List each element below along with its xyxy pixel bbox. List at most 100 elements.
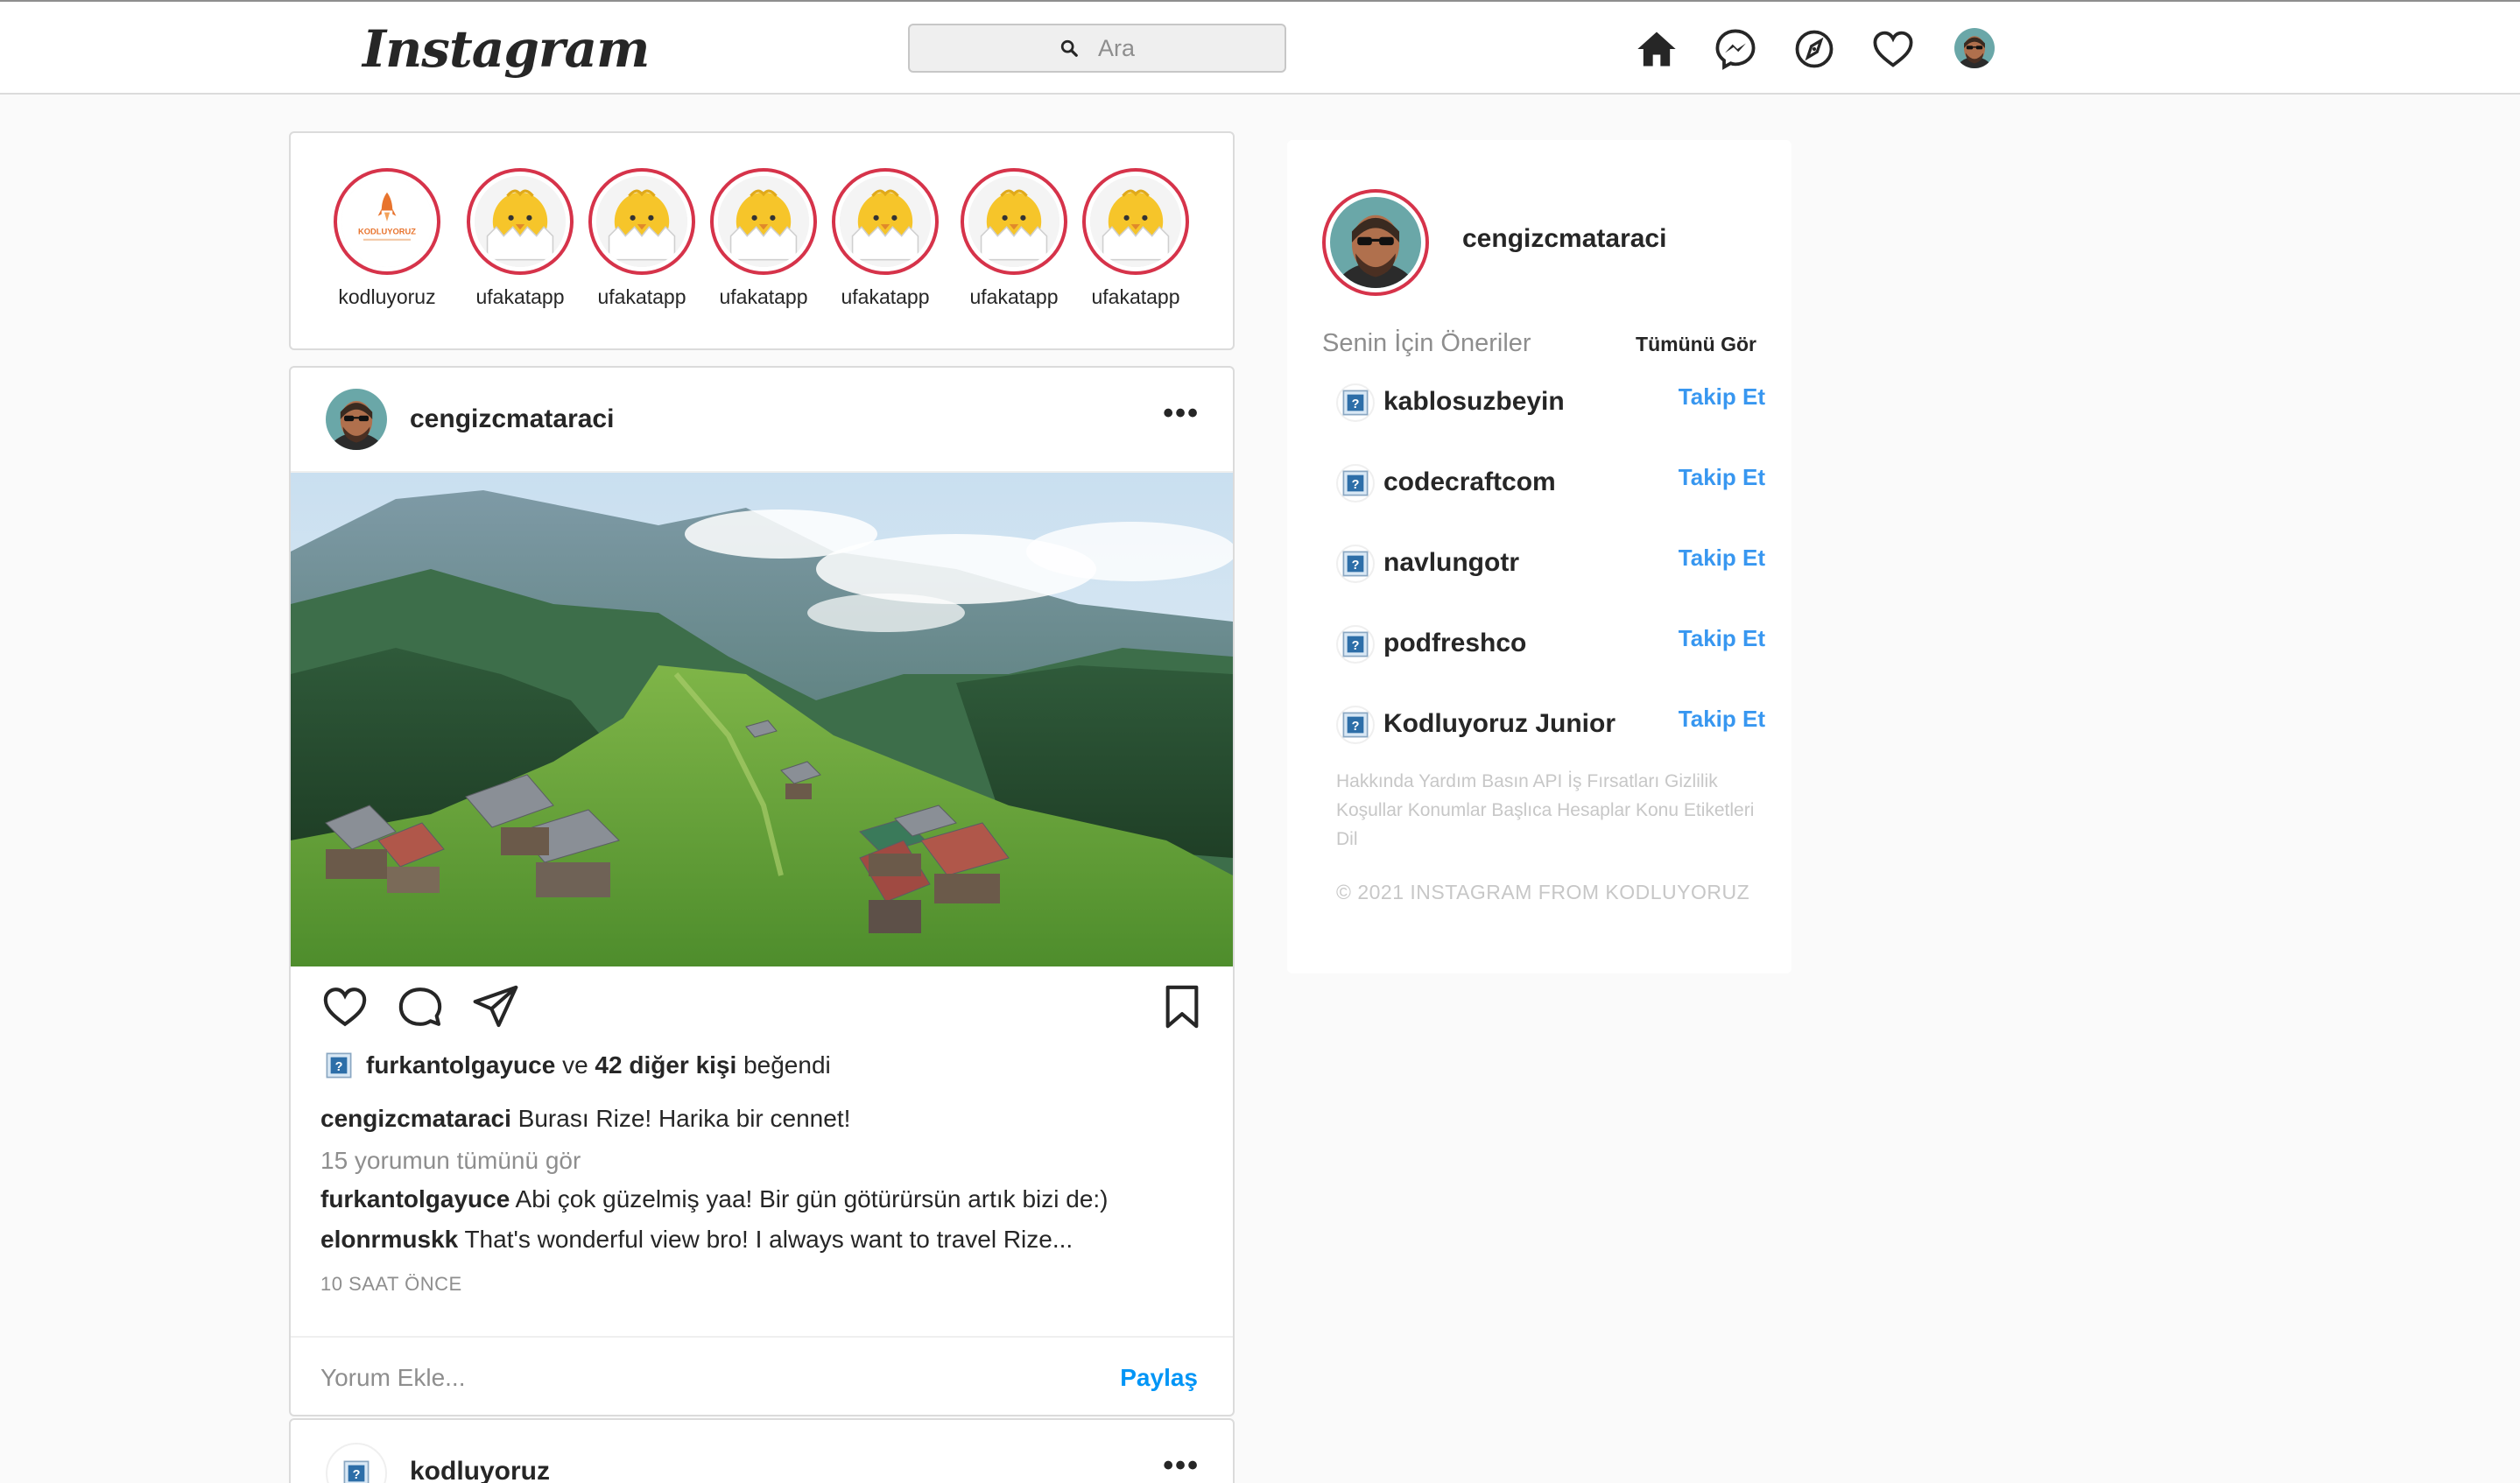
suggestion-avatar[interactable] [1336, 625, 1375, 664]
current-user-avatar[interactable] [1322, 189, 1429, 296]
post-author-avatar[interactable] [326, 1443, 387, 1483]
kodluyoruz-logo: KODLUYORUZ [341, 176, 433, 267]
post-photo-landscape[interactable] [291, 473, 1233, 966]
suggestion-username[interactable]: codecraftcom [1383, 467, 1556, 497]
suggestion-username[interactable]: podfreshco [1383, 629, 1526, 658]
chick-avatar [596, 176, 687, 267]
suggestion-avatar[interactable] [1336, 706, 1375, 744]
comment-icon[interactable] [396, 982, 445, 1031]
chick-avatar [840, 176, 931, 267]
comment: elonrmuskk That's wonderful view bro! I … [320, 1226, 1073, 1254]
avatar-placeholder-icon [341, 1458, 371, 1483]
suggestion-item: codecraftcom Takip Et [1336, 455, 1765, 508]
story-username: ufakatapp [969, 285, 1059, 308]
suggestions-title: Senin İçin Öneriler [1322, 329, 1531, 357]
post-author-username[interactable]: kodluyoruz [410, 1457, 550, 1483]
explore-compass-icon[interactable] [1791, 26, 1837, 72]
likes-others[interactable]: 42 diğer kişi [595, 1051, 736, 1079]
chick-avatar [968, 176, 1059, 267]
story-username: ufakatapp [1091, 285, 1180, 308]
avatar-placeholder-icon [1341, 549, 1370, 579]
heart-icon[interactable] [1870, 26, 1916, 72]
search-placeholder: Ara [1097, 34, 1136, 61]
story-username: ufakatapp [841, 285, 930, 308]
likes-connector: ve [562, 1051, 588, 1079]
comment-input[interactable]: Yorum Ekle... [320, 1364, 465, 1392]
story-ring [588, 168, 695, 275]
story-item[interactable]: ufakatapp [1074, 168, 1197, 309]
avatar-placeholder-icon [1341, 629, 1370, 659]
post-actions [320, 982, 1205, 1035]
search-icon [1060, 39, 1078, 57]
caption-username[interactable]: cengizcmataraci [320, 1105, 511, 1132]
suggestion-item: kablosuzbeyin Takip Et [1336, 375, 1765, 427]
story-item[interactable]: KODLUYORUZ kodluyoruz [326, 168, 448, 309]
like-heart-icon[interactable] [320, 982, 370, 1031]
copyright-text: © 2021 INSTAGRAM FROM KODLUYORUZ [1336, 881, 1750, 903]
suggestion-avatar[interactable] [1336, 464, 1375, 503]
story-ring: KODLUYORUZ [334, 168, 440, 275]
bookmark-icon[interactable] [1158, 982, 1207, 1031]
story-ring [467, 168, 574, 275]
story-username: ufakatapp [475, 285, 565, 308]
stories-bar: KODLUYORUZ kodluyoruz ufakatapp ufakatap… [289, 131, 1235, 350]
story-item[interactable]: ufakatapp [824, 168, 947, 309]
chick-avatar [718, 176, 809, 267]
feed-post: cengizcmataraci ••• furkantolgayuce ve 4… [289, 366, 1235, 1416]
home-icon[interactable] [1634, 26, 1679, 72]
view-all-comments-link[interactable]: 15 yorumun tümünü gör [320, 1147, 581, 1175]
footer-links[interactable]: Hakkında Yardım Basın API İş Fırsatları … [1336, 767, 1756, 854]
suggestion-avatar[interactable] [1336, 383, 1375, 422]
story-ring [961, 168, 1067, 275]
messenger-icon[interactable] [1713, 26, 1758, 72]
suggestion-avatar[interactable] [1336, 545, 1375, 583]
post-caption: cengizcmataraci Burası Rize! Harika bir … [320, 1105, 850, 1133]
instagram-logo[interactable]: Instagram [363, 14, 650, 84]
follow-button[interactable]: Takip Et [1679, 383, 1765, 411]
see-all-link[interactable]: Tümünü Gör [1636, 333, 1756, 356]
follow-button[interactable]: Takip Et [1679, 545, 1765, 572]
profile-avatar[interactable] [1954, 28, 1995, 68]
story-item[interactable]: ufakatapp [702, 168, 825, 309]
avatar-placeholder-icon [1341, 388, 1370, 418]
liker-username[interactable]: furkantolgayuce [366, 1051, 555, 1079]
chick-avatar [1090, 176, 1181, 267]
more-options-icon[interactable]: ••• [1163, 398, 1200, 428]
story-username: ufakatapp [597, 285, 686, 308]
search-input[interactable]: Ara [908, 24, 1286, 73]
suggestion-username[interactable]: Kodluyoruz Junior [1383, 709, 1615, 739]
story-ring [832, 168, 939, 275]
suggestion-username[interactable]: kablosuzbeyin [1383, 387, 1565, 417]
caption-text: Burası Rize! Harika bir cennet! [517, 1105, 851, 1132]
share-comment-button[interactable]: Paylaş [1120, 1364, 1198, 1392]
feed-post: kodluyoruz ••• [289, 1418, 1235, 1483]
avatar-placeholder-icon [1341, 710, 1370, 740]
post-author-username[interactable]: cengizcmataraci [410, 404, 614, 434]
follow-button[interactable]: Takip Et [1679, 706, 1765, 733]
avatar-placeholder-icon [1341, 468, 1370, 498]
comment-text: Abi çok güzelmiş yaa! Bir gün götürürsün… [515, 1185, 1109, 1212]
comment: furkantolgayuce Abi çok güzelmiş yaa! Bi… [320, 1185, 1109, 1213]
story-item[interactable]: ufakatapp [581, 168, 703, 309]
share-paper-plane-icon[interactable] [471, 982, 520, 1031]
suggestion-username[interactable]: navlungotr [1383, 548, 1519, 578]
story-item[interactable]: ufakatapp [459, 168, 581, 309]
likes-suffix: beğendi [743, 1051, 831, 1079]
story-username: kodluyoruz [338, 285, 436, 308]
likes-summary: furkantolgayuce ve 42 diğer kişi beğendi [324, 1051, 831, 1080]
story-ring [1082, 168, 1189, 275]
story-ring [710, 168, 817, 275]
current-user-username[interactable]: cengizcmataraci [1462, 224, 1666, 254]
post-author-avatar[interactable] [326, 389, 387, 450]
more-options-icon[interactable]: ••• [1163, 1451, 1200, 1480]
post-timestamp: 10 SAAT ÖNCE [320, 1273, 462, 1295]
comment-username[interactable]: furkantolgayuce [320, 1185, 510, 1212]
post-header: cengizcmataraci ••• [291, 368, 1233, 473]
comment-username[interactable]: elonrmuskk [320, 1226, 458, 1253]
follow-button[interactable]: Takip Et [1679, 464, 1765, 491]
suggestion-item: Kodluyoruz Junior Takip Et [1336, 697, 1765, 749]
follow-button[interactable]: Takip Et [1679, 625, 1765, 652]
suggestion-item: podfreshco Takip Et [1336, 616, 1765, 669]
svg-text:KODLUYORUZ: KODLUYORUZ [358, 228, 416, 236]
story-item[interactable]: ufakatapp [953, 168, 1075, 309]
